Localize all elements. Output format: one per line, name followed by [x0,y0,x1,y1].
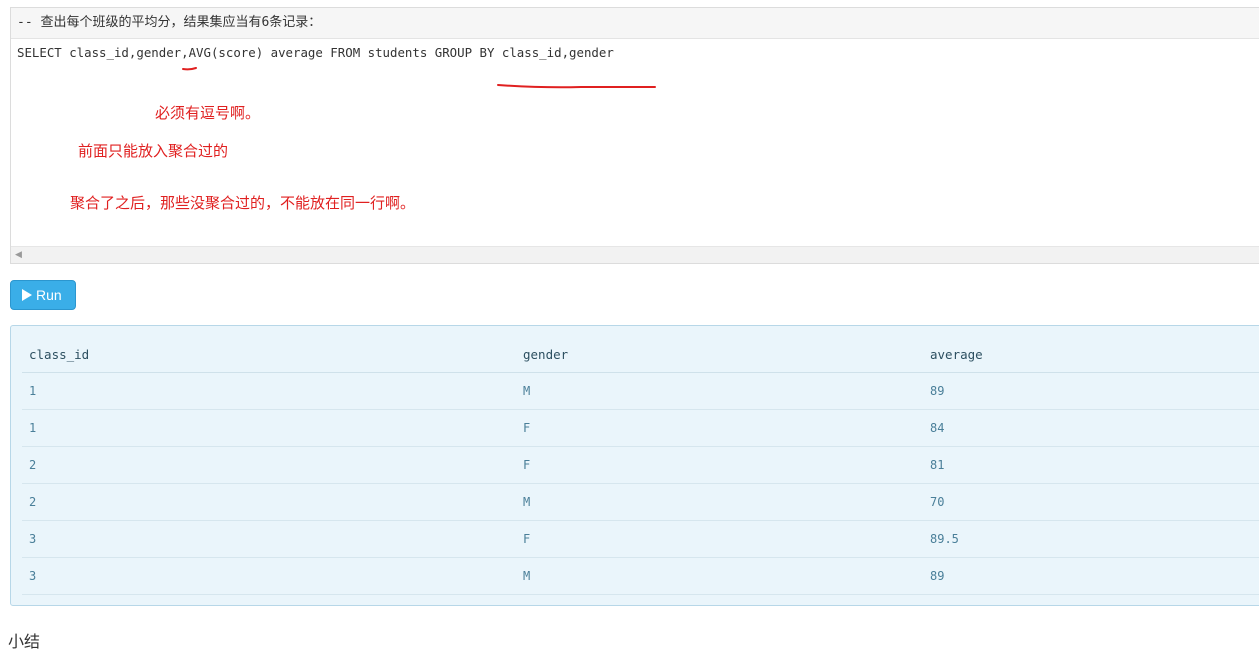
sql-comment-line: -- 查出每个班级的平均分，结果集应当有6条记录： [11,8,1259,39]
cell-class-id: 1 [22,372,516,410]
cell-average: 70 [923,483,1259,521]
sql-code-line[interactable]: SELECT class_id,gender,AVG(score) averag… [17,45,614,60]
table-row: 2 F 81 [22,446,1259,484]
cell-class-id: 1 [22,409,516,447]
cell-gender: F [516,520,923,558]
scroll-left-icon[interactable]: ◀ [15,249,22,261]
horizontal-scrollbar[interactable]: ◀ [11,246,1259,263]
annotation-note-same-row: 聚合了之后，那些没聚合过的，不能放在同一行啊。 [70,194,416,212]
cell-average: 89 [923,557,1259,595]
cell-average: 81 [923,446,1259,484]
run-button-label: Run [36,287,62,303]
cell-class-id: 2 [22,483,516,521]
column-header-class-id: class_id [22,336,516,373]
annotation-note-aggregate: 前面只能放入聚合过的 [78,142,229,160]
annotation-note-comma: 必须有逗号啊。 [155,104,261,122]
table-row: 3 F 89.5 [22,520,1259,558]
column-header-gender: gender [516,336,923,373]
section-heading-partial: 小结 [8,632,41,651]
cell-gender: M [516,557,923,595]
cell-gender: F [516,446,923,484]
table-row: 3 M 89 [22,557,1259,595]
cell-average: 89 [923,372,1259,410]
group-by-underline-mark [497,84,656,89]
cell-average: 84 [923,409,1259,447]
cell-class-id: 3 [22,520,516,558]
comma-underline-mark [182,67,197,71]
run-button[interactable]: Run [10,280,76,310]
result-panel: class_id gender average 1 M 89 1 F 84 2 … [10,325,1259,606]
table-row: 2 M 70 [22,483,1259,521]
cell-average: 89.5 [923,520,1259,558]
cell-gender: F [516,409,923,447]
column-header-average: average [923,336,1259,373]
sql-editor[interactable]: -- 查出每个班级的平均分，结果集应当有6条记录： SELECT class_i… [10,7,1259,264]
cell-gender: M [516,372,923,410]
table-header-row: class_id gender average [22,336,1259,373]
cell-class-id: 3 [22,557,516,595]
cell-gender: M [516,483,923,521]
table-row: 1 F 84 [22,409,1259,447]
result-table: class_id gender average 1 M 89 1 F 84 2 … [22,336,1259,595]
play-icon [22,289,32,301]
cell-class-id: 2 [22,446,516,484]
table-row: 1 M 89 [22,372,1259,410]
